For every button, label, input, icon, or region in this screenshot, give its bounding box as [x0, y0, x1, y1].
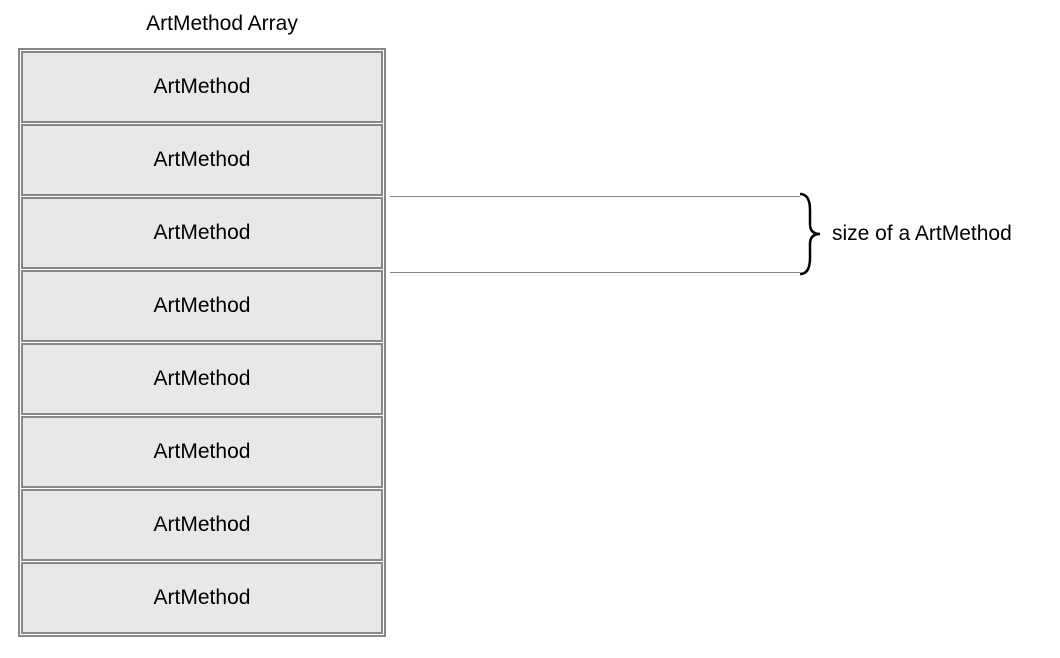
array-cell: ArtMethod	[21, 416, 383, 488]
array-box: ArtMethod ArtMethod ArtMethod ArtMethod …	[18, 48, 386, 637]
array-cell: ArtMethod	[21, 343, 383, 415]
array-cell: ArtMethod	[21, 489, 383, 561]
array-cell: ArtMethod	[21, 270, 383, 342]
annotation-label: size of a ArtMethod	[832, 222, 1012, 246]
guide-line-bottom	[390, 272, 800, 273]
brace-icon	[798, 192, 828, 276]
array-title: ArtMethod Array	[18, 12, 386, 36]
diagram-container: ArtMethod Array ArtMethod ArtMethod ArtM…	[18, 12, 386, 637]
array-cell: ArtMethod	[21, 124, 383, 196]
array-cell: ArtMethod	[21, 51, 383, 123]
guide-line-top	[390, 196, 800, 197]
array-cell: ArtMethod	[21, 562, 383, 634]
array-cell: ArtMethod	[21, 197, 383, 269]
annotation-guide-lines	[390, 196, 810, 272]
